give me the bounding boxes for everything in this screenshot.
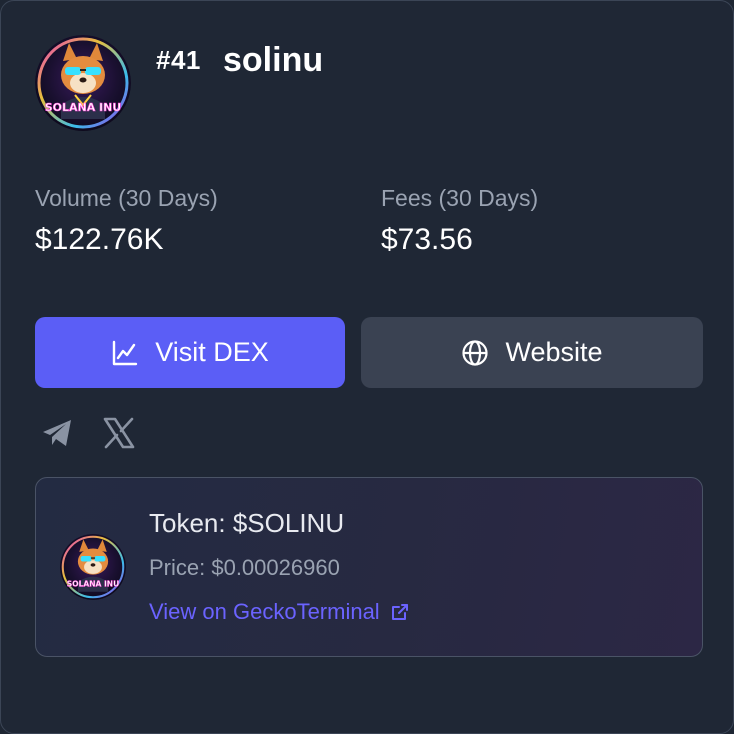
line-chart-icon: [111, 339, 139, 367]
globe-icon: [461, 339, 489, 367]
website-label: Website: [505, 337, 603, 367]
visit-dex-button[interactable]: Visit DEX: [35, 317, 345, 388]
svg-text:SOLANA INU: SOLANA INU: [45, 101, 122, 114]
x-link[interactable]: [99, 415, 139, 455]
x-icon: [102, 416, 136, 455]
shiba-inu-token-icon: SOLANA INU: [60, 534, 126, 600]
project-avatar: SOLANA INU: [35, 35, 131, 131]
token-avatar: SOLANA INU: [60, 534, 126, 600]
geckoterminal-link-label: View on GeckoTerminal: [149, 599, 380, 624]
project-name: solinu: [223, 41, 324, 79]
website-button[interactable]: Website: [361, 317, 703, 388]
telegram-link[interactable]: [37, 415, 77, 455]
visit-dex-label: Visit DEX: [155, 337, 269, 367]
geckoterminal-link[interactable]: View on GeckoTerminal: [149, 599, 410, 625]
token-price: Price: $0.00026960: [149, 555, 340, 580]
token-panel: SOLANA INU Token: $SOLINU Price: $0.0002…: [35, 477, 703, 657]
fees-label: Fees (30 Days): [381, 185, 539, 211]
external-link-icon: [390, 602, 410, 622]
svg-text:SOLANA INU: SOLANA INU: [67, 579, 120, 588]
volume-label: Volume (30 Days): [35, 185, 218, 211]
token-title: Token: $SOLINU: [149, 508, 345, 538]
shiba-inu-logo-icon: SOLANA INU: [35, 35, 131, 131]
volume-value: $122.76K: [35, 223, 164, 256]
fees-value: $73.56: [381, 223, 473, 256]
telegram-icon: [41, 418, 73, 453]
project-card: SOLANA INU #41 solinu Volume (30 Days) $…: [0, 0, 734, 734]
project-rank: #41: [156, 45, 201, 75]
